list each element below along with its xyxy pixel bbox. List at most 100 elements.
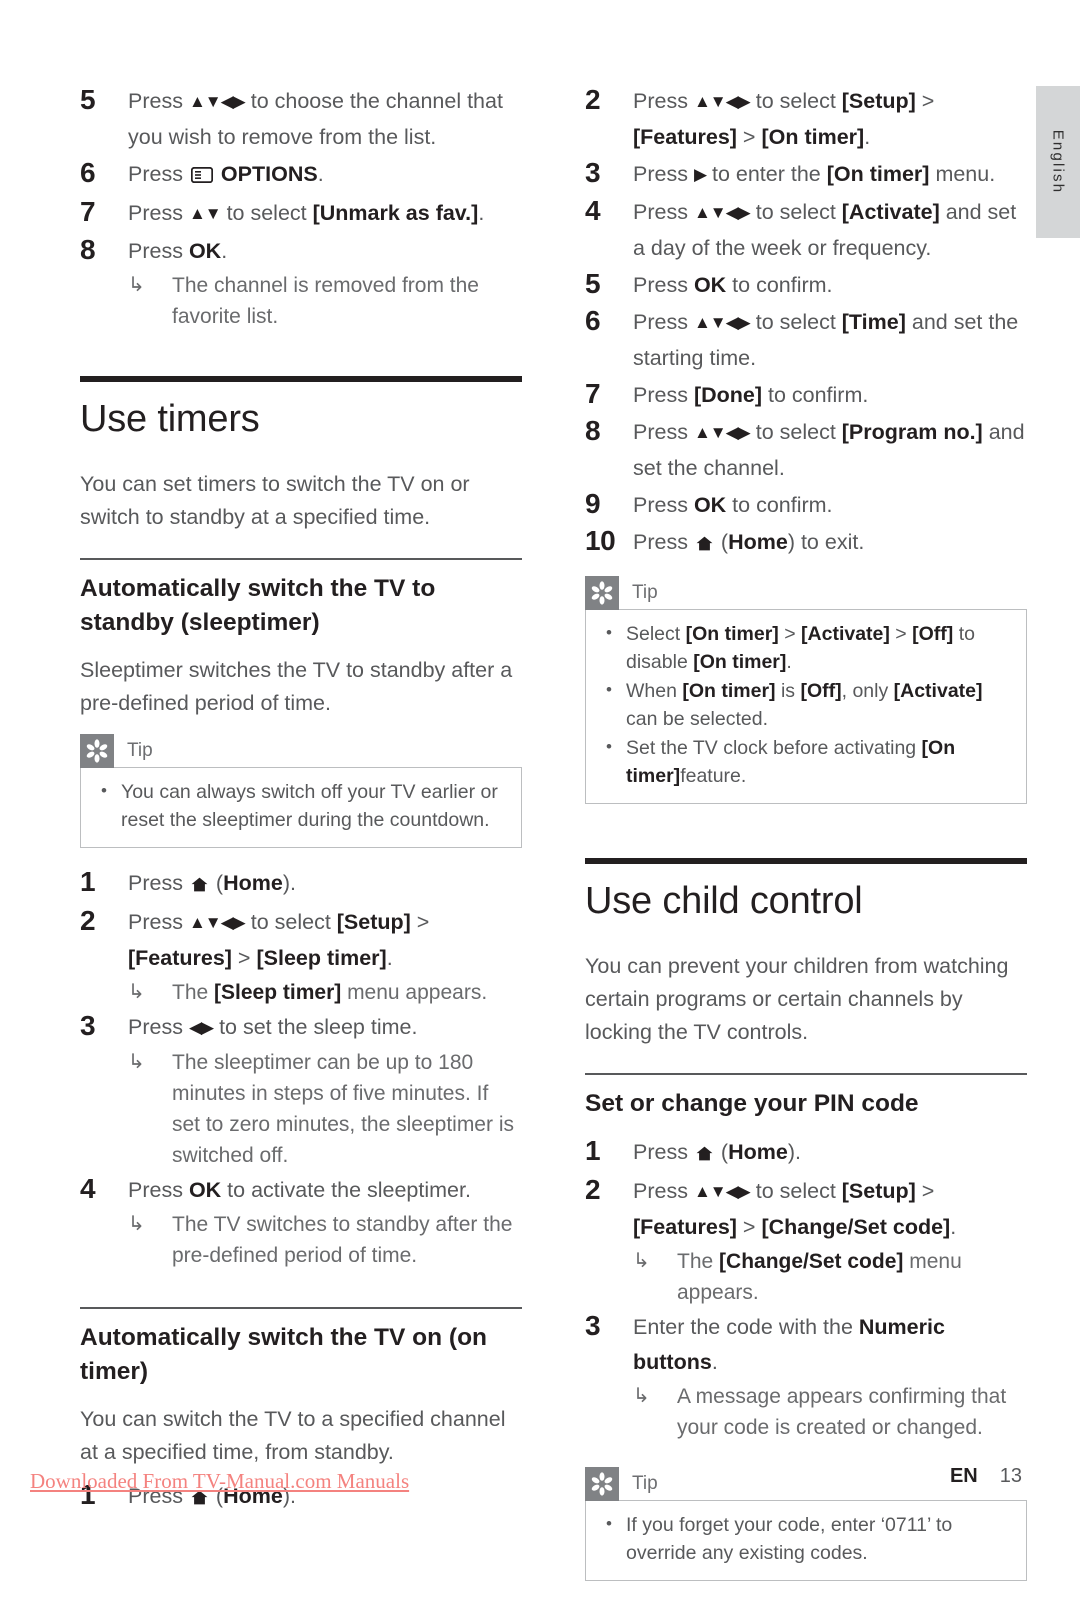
step-number: 1	[585, 1135, 601, 1166]
menu-item-on-timer: [On timer]	[685, 623, 779, 645]
watermark-link[interactable]: Downloaded From TV-Manual.com Manuals	[30, 1469, 409, 1494]
menu-item-unmark-as-fav: [Unmark as fav.]	[312, 201, 479, 225]
subsection-rule	[585, 1073, 1027, 1075]
step-verb: Press	[128, 910, 189, 934]
left-steps-continued: 5 Press ▲▼◀▶ to choose the channel that …	[80, 84, 522, 332]
section-intro: You can set timers to switch the TV on o…	[80, 472, 470, 529]
step-mid: to select	[220, 201, 313, 225]
footer-page-number: 13	[999, 1465, 1022, 1487]
menu-separator: >	[231, 946, 257, 970]
step-verb: Press	[633, 493, 694, 517]
arrow-keys-icon: ▲▼◀▶	[693, 1182, 751, 1201]
step-number: 2	[80, 905, 96, 936]
on-timer-step-10: 10 Press (Home) to exit.	[585, 525, 1027, 562]
tip-header: Tip	[80, 734, 522, 768]
tip-body: If you forget your code, enter ‘0711’ to…	[585, 1500, 1027, 1581]
page-title-use-timers: Use timers	[80, 398, 260, 440]
on-timer-step-3: 3 Press ▶ to enter the [On timer] menu.	[585, 157, 1027, 193]
result-text: The channel is removed from the favorite…	[172, 274, 479, 328]
menu-item-features: [Features]	[633, 1215, 737, 1239]
menu-item-activate: [Activate]	[893, 680, 983, 702]
pin-code-steps: 1 Press (Home). 2 Press ▲▼◀▶ to select […	[585, 1135, 1027, 1443]
step-tail: menu.	[929, 162, 996, 186]
step-5: 5 Press ▲▼◀▶ to choose the channel that …	[80, 84, 522, 155]
sleeptimer-steps: 1 Press (Home). 2 Press ▲▼◀▶ to select […	[80, 866, 522, 1271]
ok-key-label: OK	[693, 273, 727, 297]
language-tab: English	[1036, 86, 1080, 238]
tip-list-item: If you forget your code, enter ‘0711’ to…	[600, 1510, 1012, 1567]
step-tail: .	[386, 946, 393, 970]
menu-item-setup: [Setup]	[841, 89, 916, 113]
tip-tail: .	[786, 651, 792, 673]
section-rule	[80, 376, 522, 382]
menu-item-on-timer: [On timer]	[761, 125, 865, 149]
result-text: A message appears confirming that your c…	[677, 1385, 1007, 1439]
tip-body: You can always switch off your TV earlie…	[80, 767, 522, 848]
footer-language-code: EN	[949, 1465, 978, 1487]
step-result: ↳ The [Change/Set code] menu appears.	[633, 1246, 1027, 1308]
menu-item-off: [Off]	[800, 680, 842, 702]
step-text: Press (Home) to exit.	[633, 525, 1027, 562]
step-verb: Press	[128, 871, 189, 895]
on-timer-step-6: 6 Press ▲▼◀▶ to select [Time] and set th…	[585, 305, 1027, 376]
step-number: 8	[80, 234, 96, 265]
step-8: 8 Press OK. ↳ The channel is removed fro…	[80, 234, 522, 332]
language-tab-label: English	[1049, 129, 1067, 195]
step-verb: Press	[128, 1178, 189, 1202]
step-tail: to confirm.	[726, 493, 833, 517]
step-verb: Press	[633, 273, 694, 297]
home-label: Home	[728, 530, 788, 554]
step-number: 10	[585, 525, 616, 556]
step-text: Press OK to confirm.	[633, 268, 1027, 303]
tip-list: Select [On timer] > [Activate] > [Off] t…	[600, 619, 1012, 790]
arrow-keys-icon: ▲▼◀▶	[188, 92, 246, 111]
step-verb: Press	[633, 1140, 694, 1164]
arrow-keys-icon: ▲▼◀▶	[693, 313, 751, 332]
menu-separator: >	[915, 1179, 935, 1203]
ok-key-label: OK	[693, 493, 727, 517]
result-arrow-icon: ↳	[128, 1051, 145, 1073]
result-prefix: The	[677, 1250, 720, 1273]
step-text: Enter the code with the Numeric buttons.	[633, 1310, 1027, 1380]
menu-item-done: [Done]	[693, 383, 763, 407]
step-text: Press ▲▼◀▶ to select [Time] and set the …	[633, 305, 1027, 376]
home-icon	[696, 527, 713, 562]
step-verb: Press	[128, 201, 189, 225]
sleeptimer-step-3: 3 Press ◀▶ to set the sleep time. ↳ The …	[80, 1010, 522, 1171]
tip-label: Tip	[127, 740, 153, 761]
result-prefix: The	[172, 981, 215, 1004]
step-tail: .	[864, 125, 871, 149]
step-mid: to select	[749, 310, 842, 334]
step-7: 7 Press ▲▼ to select [Unmark as fav.].	[80, 196, 522, 232]
home-label: Home	[728, 1140, 788, 1164]
step-verb: Press	[633, 420, 694, 444]
step-mid: to select	[244, 910, 337, 934]
menu-item-sleep-timer: [Sleep timer]	[256, 946, 387, 970]
step-text: Press ▲▼◀▶ to select [Setup] > [Features…	[633, 1174, 1027, 1245]
step-number: 5	[585, 268, 601, 299]
arrow-keys-icon: ▲▼◀▶	[693, 423, 751, 442]
on-timer-step-4: 4 Press ▲▼◀▶ to select [Activate] and se…	[585, 195, 1027, 266]
tip-prefix: Set the TV clock before activating	[626, 737, 922, 759]
arrow-keys-leftright-icon: ◀▶	[188, 1018, 214, 1037]
subsection-title-pin-code: Set or change your PIN code	[585, 1090, 919, 1117]
tip-box-sleeptimer: Tip You can always switch off your TV ea…	[80, 734, 522, 848]
menu-item-on-timer: [On timer]	[682, 680, 776, 702]
pin-step-3: 3 Enter the code with the Numeric button…	[585, 1310, 1027, 1443]
tip-list-item: When [On timer] is [Off], only [Activate…	[600, 676, 1012, 733]
result-suffix: menu appears.	[341, 981, 488, 1004]
page-title-use-child-control: Use child control	[585, 880, 863, 922]
tip-list-item: Set the TV clock before activating [On t…	[600, 733, 1012, 790]
step-text: Press OK.	[128, 234, 522, 269]
tip-header: Tip	[585, 576, 1027, 610]
tip-list: If you forget your code, enter ‘0711’ to…	[600, 1510, 1012, 1567]
step-verb: Press	[633, 310, 694, 334]
step-verb: Press	[633, 89, 694, 113]
step-text: Press ▲▼ to select [Unmark as fav.].	[128, 196, 522, 232]
step-verb: Press	[633, 383, 694, 407]
step-mid: to select	[749, 420, 842, 444]
tip-label: Tip	[632, 1473, 658, 1494]
step-verb: Press	[128, 239, 189, 263]
step-verb: Press	[633, 1179, 694, 1203]
tip-list-item: Select [On timer] > [Activate] > [Off] t…	[600, 619, 1012, 676]
